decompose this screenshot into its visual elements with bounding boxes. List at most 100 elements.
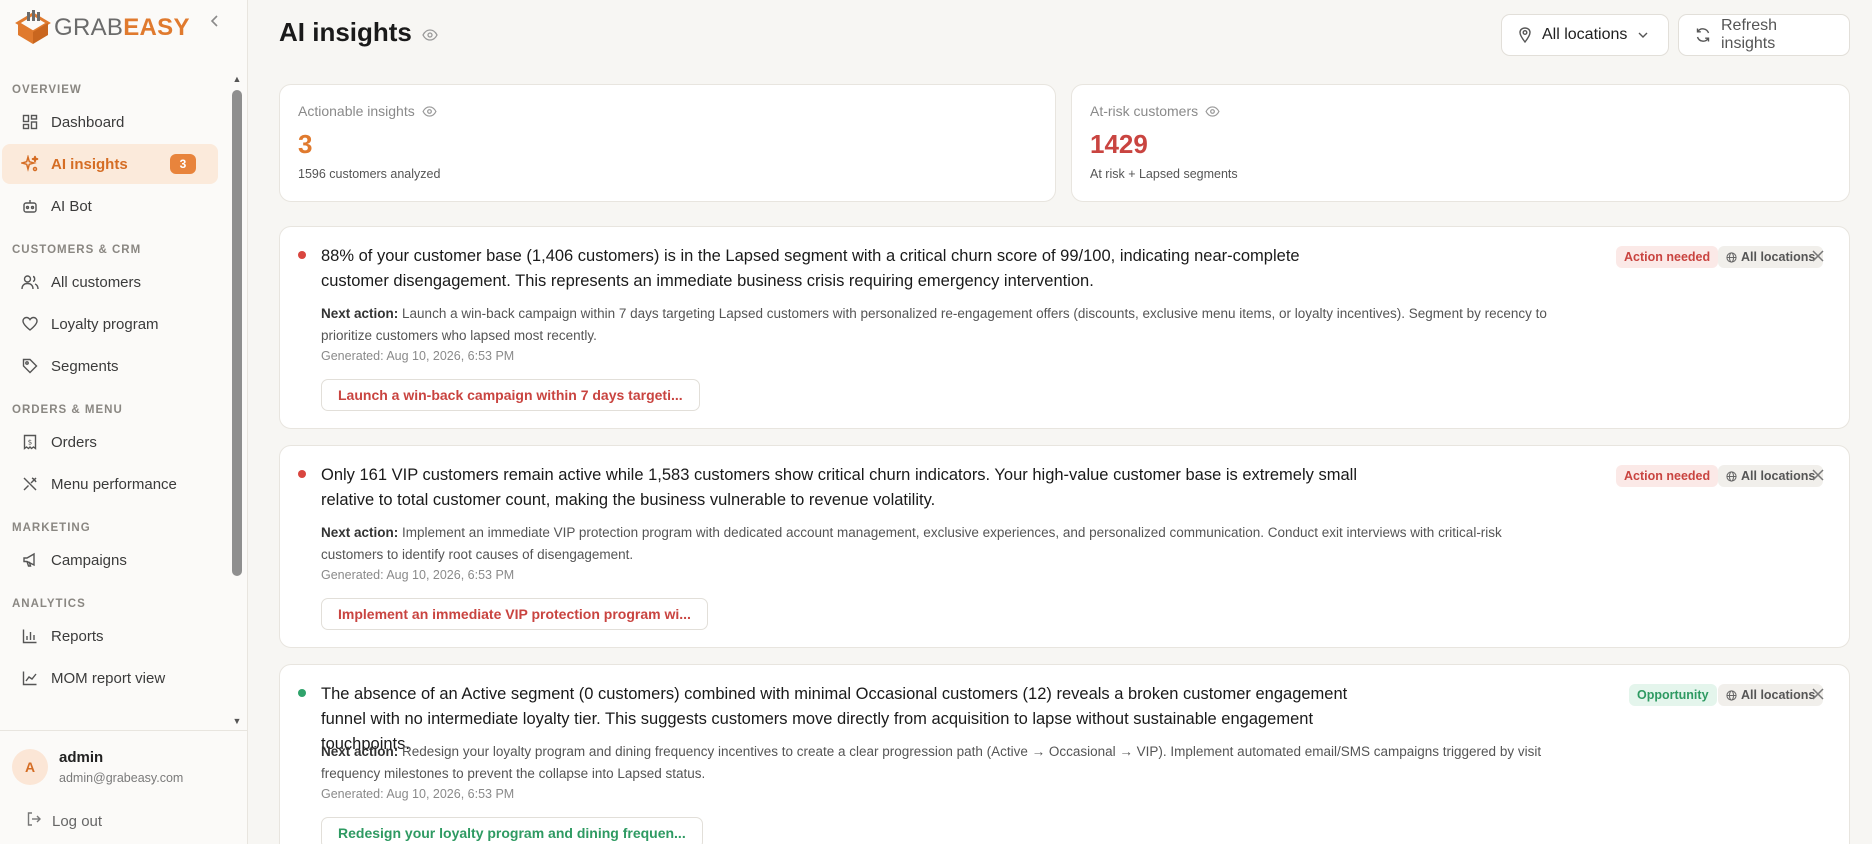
refresh-insights-label: Refresh insights xyxy=(1721,17,1778,52)
chevron-down-icon xyxy=(1637,31,1649,39)
close-icon xyxy=(1812,688,1824,700)
close-icon xyxy=(1812,250,1824,262)
brand-name-part2: EASY xyxy=(123,14,190,41)
sidebar-item-label: Menu performance xyxy=(51,475,177,493)
brand-name: GRABEASY xyxy=(54,14,190,42)
tag-icon xyxy=(20,356,40,376)
stat-subtext: 1596 customers analyzed xyxy=(298,167,441,181)
locations-dropdown[interactable]: All locations xyxy=(1501,14,1669,56)
eye-icon[interactable] xyxy=(422,105,437,117)
location-badge-text: All locations xyxy=(1741,469,1816,483)
sidebar-item-all-customers[interactable]: All customers xyxy=(2,262,218,302)
sidebar-item-reports[interactable]: Reports xyxy=(2,616,218,656)
sidebar-item-label: Orders xyxy=(51,433,97,451)
next-action-label: Next action: xyxy=(321,744,399,759)
next-action: Next action: Launch a win-back campaign … xyxy=(321,303,1561,347)
sidebar-item-label: AI insights xyxy=(51,155,128,173)
globe-icon xyxy=(1726,470,1737,482)
heart-icon xyxy=(20,314,40,334)
location-badge-text: All locations xyxy=(1741,250,1816,264)
sidebar-item-label: AI Bot xyxy=(51,197,92,215)
stat-value: 3 xyxy=(298,129,313,159)
refresh-icon xyxy=(1695,27,1711,43)
dismiss-insight-button[interactable] xyxy=(1809,466,1827,484)
bot-icon xyxy=(20,196,40,216)
eye-icon[interactable] xyxy=(422,17,438,48)
insight-action-button[interactable]: Implement an immediate VIP protection pr… xyxy=(321,598,708,630)
stat-card-at-risk-customers: At-risk customers 1429 At risk + Lapsed … xyxy=(1071,84,1850,202)
sidebar-item-label: MOM report view xyxy=(51,669,166,687)
nav-section-title: OVERVIEW xyxy=(12,84,82,96)
insight-title: Only 161 VIP customers remain active whi… xyxy=(321,466,1357,509)
next-action: Next action: Redesign your loyalty progr… xyxy=(321,741,1561,785)
avatar[interactable]: A xyxy=(12,749,48,785)
generated-timestamp: Generated: Aug 10, 2026, 6:53 PM xyxy=(321,349,515,363)
receipt-icon: $ xyxy=(20,432,40,452)
stat-label: Actionable insights xyxy=(298,103,437,119)
page-title-text: AI insights xyxy=(279,17,412,47)
scrollbar-thumb[interactable] xyxy=(232,90,242,576)
page-title: AI insights xyxy=(279,17,438,48)
eye-icon[interactable] xyxy=(1205,105,1220,117)
scroll-down-arrow-icon[interactable]: ▼ xyxy=(232,716,242,726)
stat-label-text: Actionable insights xyxy=(298,103,415,119)
line-chart-icon xyxy=(20,668,40,688)
bar-chart-icon xyxy=(20,626,40,646)
priority-dot xyxy=(298,470,306,478)
sidebar-scrollbar[interactable]: ▲ ▼ xyxy=(230,72,244,728)
sidebar-item-label: Reports xyxy=(51,627,104,645)
dismiss-insight-button[interactable] xyxy=(1809,247,1827,265)
insight-card: 88% of your customer base (1,406 custome… xyxy=(279,226,1850,429)
stat-label: At-risk customers xyxy=(1090,103,1220,119)
next-action-text: Redesign your loyalty program and dining… xyxy=(321,744,1542,781)
nav-section-title: ORDERS & MENU xyxy=(12,404,123,416)
logo-icon xyxy=(15,10,51,44)
sidebar-item-campaigns[interactable]: Campaigns xyxy=(2,540,218,580)
next-action-text: Launch a win-back campaign within 7 days… xyxy=(321,306,1547,343)
sidebar-item-segments[interactable]: Segments xyxy=(2,346,218,386)
sidebar: GRABEASY OVERVIEW Dashboard AI insights … xyxy=(0,0,248,844)
insight-action-button[interactable]: Launch a win-back campaign within 7 days… xyxy=(321,379,700,411)
insights-count-badge: 3 xyxy=(170,154,196,174)
sidebar-item-ai-insights[interactable]: AI insights 3 xyxy=(2,144,218,184)
close-icon xyxy=(1812,469,1824,481)
globe-icon xyxy=(1726,251,1737,263)
logout-label: Log out xyxy=(52,812,103,830)
logout-button[interactable]: Log out xyxy=(26,811,102,831)
sidebar-item-dashboard[interactable]: Dashboard xyxy=(2,102,218,142)
sidebar-item-menu-performance[interactable]: Menu performance xyxy=(2,464,218,504)
refresh-insights-button[interactable]: Refresh insights xyxy=(1678,14,1850,56)
scroll-up-arrow-icon[interactable]: ▲ xyxy=(232,74,242,84)
dismiss-insight-button[interactable] xyxy=(1809,685,1827,703)
sidebar-item-orders[interactable]: $ Orders xyxy=(2,422,218,462)
dashboard-icon xyxy=(20,112,40,132)
location-badge-text: All locations xyxy=(1741,688,1816,702)
sidebar-item-ai-bot[interactable]: AI Bot xyxy=(2,186,218,226)
location-badge: All locations xyxy=(1718,246,1824,268)
stat-value: 1429 xyxy=(1090,129,1148,159)
locations-dropdown-label: All locations xyxy=(1542,26,1628,43)
insight-title: 88% of your customer base (1,406 custome… xyxy=(321,247,1300,290)
insight-action-button[interactable]: Redesign your loyalty program and dining… xyxy=(321,817,703,844)
sidebar-item-loyalty-program[interactable]: Loyalty program xyxy=(2,304,218,344)
generated-timestamp: Generated: Aug 10, 2026, 6:53 PM xyxy=(321,568,515,582)
stat-card-actionable-insights: Actionable insights 3 1596 customers ana… xyxy=(279,84,1056,202)
collapse-sidebar-button[interactable] xyxy=(206,14,224,32)
action-needed-badge: Action needed xyxy=(1616,465,1719,487)
brand-logo[interactable]: GRABEASY xyxy=(14,8,190,48)
sidebar-item-label: Dashboard xyxy=(51,113,125,131)
sidebar-item-mom-report-view[interactable]: MOM report view xyxy=(2,658,218,698)
stat-subtext: At risk + Lapsed segments xyxy=(1090,167,1238,181)
chevron-left-icon xyxy=(210,15,218,27)
stat-label-text: At-risk customers xyxy=(1090,103,1199,119)
sidebar-item-label: Segments xyxy=(51,357,119,375)
action-needed-badge: Action needed xyxy=(1616,246,1719,268)
utensils-icon xyxy=(20,474,40,494)
insight-card: Only 161 VIP customers remain active whi… xyxy=(279,445,1850,648)
next-action-text: Implement an immediate VIP protection pr… xyxy=(321,525,1502,562)
brand-name-part1: GRAB xyxy=(54,14,124,41)
user-profile: A admin admin@grabeasy.com Log out xyxy=(0,730,247,844)
globe-icon xyxy=(1726,689,1737,701)
location-badge: All locations xyxy=(1718,684,1824,706)
sparkle-icon xyxy=(20,154,40,174)
